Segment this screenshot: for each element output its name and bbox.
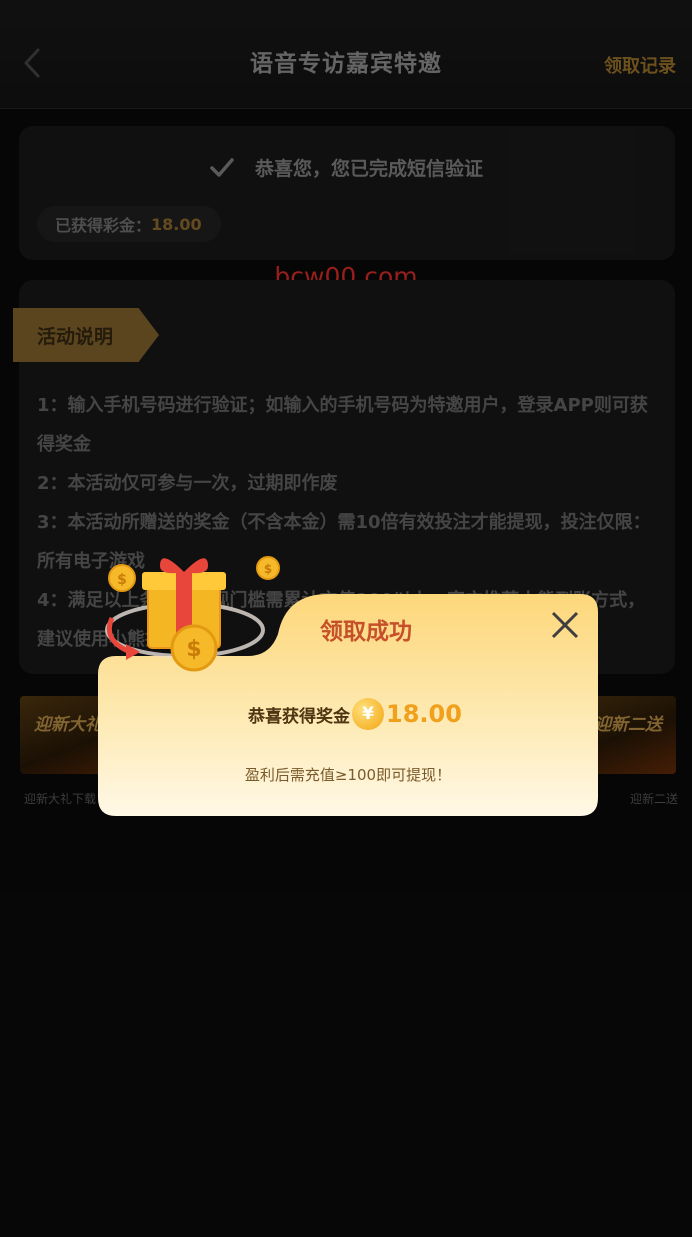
- svg-text:$: $: [117, 572, 127, 588]
- close-button[interactable]: [546, 606, 584, 644]
- svg-text:$: $: [186, 637, 201, 662]
- gift-icon: $ $ $: [105, 556, 280, 672]
- svg-text:$: $: [264, 562, 272, 576]
- yen-icon: ¥: [352, 698, 384, 730]
- modal-title: 领取成功: [320, 619, 412, 645]
- reward-amount: 18.00: [386, 700, 462, 728]
- modal-note: 盈利后需充值≥100即可提现！: [244, 766, 452, 784]
- reward-row: 恭喜获得奖金 ¥ 18.00: [248, 698, 462, 730]
- reward-label: 恭喜获得奖金: [248, 706, 350, 727]
- close-icon: [551, 611, 579, 639]
